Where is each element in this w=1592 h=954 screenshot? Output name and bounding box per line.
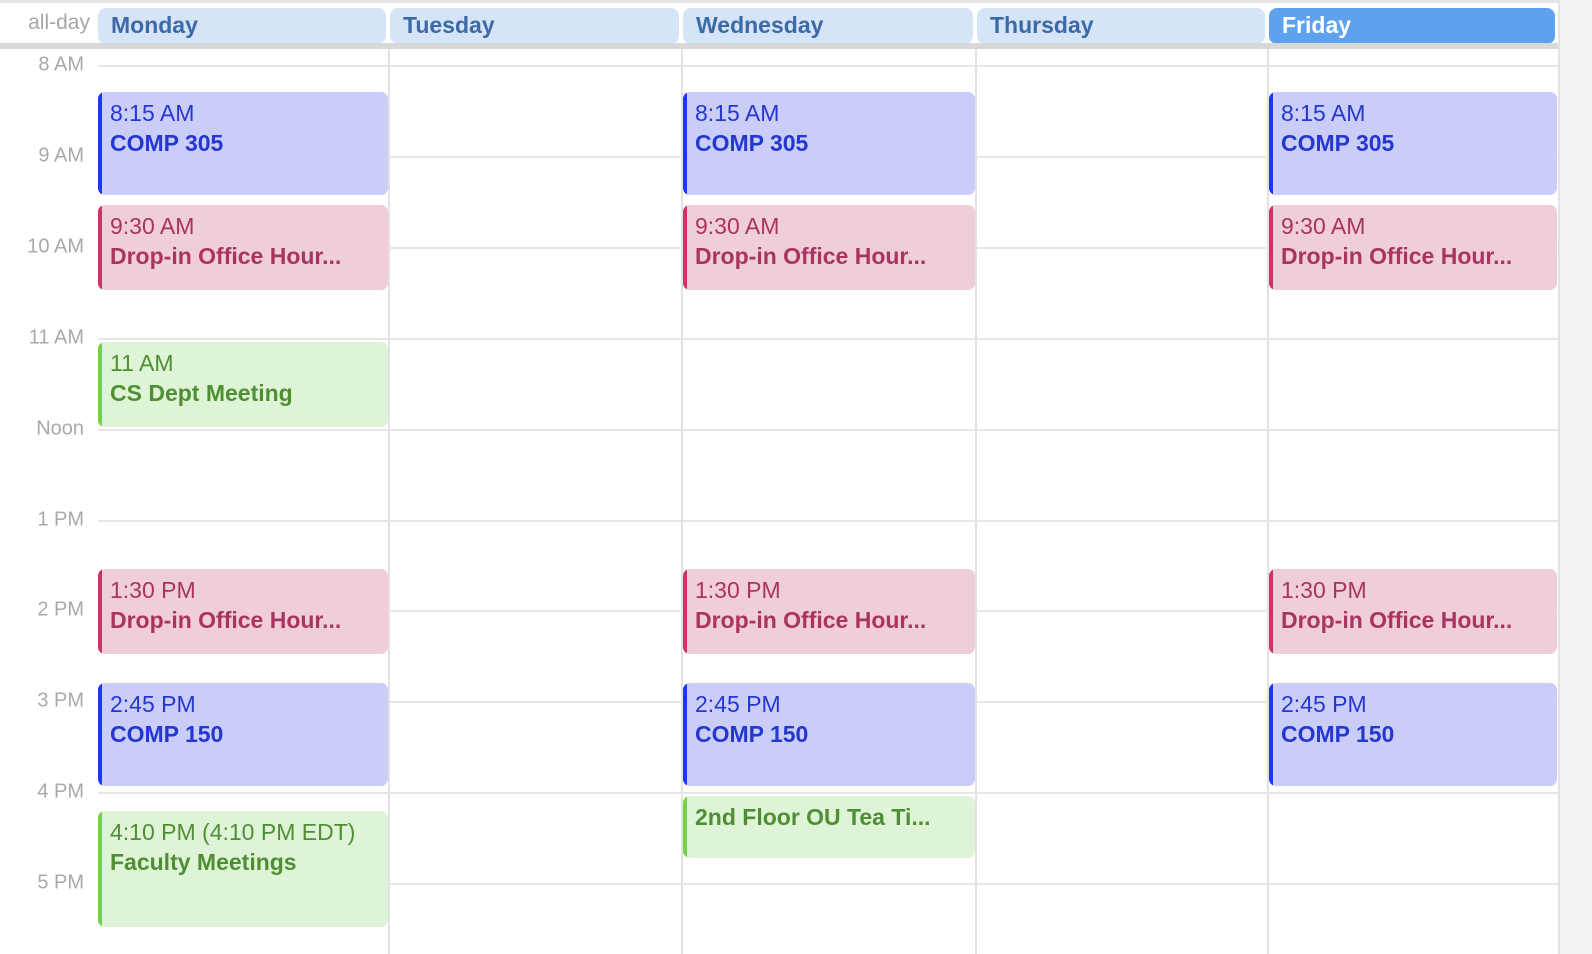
calendar-event[interactable]: 8:15 AM COMP 305 [1269,91,1557,195]
calendar-event[interactable]: 9:30 AM Drop-in Office Hour... [683,205,975,291]
calendar-event[interactable]: 1:30 PM Drop-in Office Hour... [1269,568,1557,654]
event-time: 2:45 PM [110,690,196,717]
calendar-event[interactable]: 2:45 PM COMP 150 [98,682,388,786]
event-time: 9:30 AM [1281,213,1366,240]
time-grid[interactable]: 8 AM 9 AM 10 AM 11 AM Noon 1 PM 2 PM 3 PM 4 PM 5 … [0,49,1592,954]
event-title: Drop-in Office Hour... [695,606,927,633]
event-title: Faculty Meetings [110,849,297,876]
event-title: COMP 150 [110,720,224,747]
calendar-event[interactable]: 11 AM CS Dept Meeting [98,341,388,427]
event-title: COMP 305 [110,129,224,156]
event-color-bar [683,91,687,195]
event-color-bar [98,682,102,786]
event-title: Drop-in Office Hour... [1281,606,1513,633]
event-title: COMP 305 [1281,129,1395,156]
calendar-event[interactable]: 8:15 AM COMP 305 [98,91,388,195]
event-time: 1:30 PM [695,576,781,603]
event-color-bar [98,341,102,427]
column-divider [975,49,977,954]
calendar-event[interactable]: 2:45 PM COMP 150 [683,682,975,786]
day-header-tuesday[interactable]: Tuesday [390,8,679,44]
event-time: 1:30 PM [1281,576,1367,603]
hour-label: 4 PM [37,780,84,803]
event-title: Drop-in Office Hour... [110,606,342,633]
event-color-bar [98,205,102,291]
hour-gridline [98,65,1558,67]
hour-label: 2 PM [37,598,84,621]
event-color-bar [98,91,102,195]
hour-label: 5 PM [37,871,84,894]
event-color-bar [683,205,687,291]
calendar-event[interactable]: 1:30 PM Drop-in Office Hour... [683,568,975,654]
event-title: COMP 150 [695,720,809,747]
all-day-label: all-day [28,11,90,34]
day-header-friday[interactable]: Friday [1269,8,1555,44]
hour-label: 1 PM [37,508,84,530]
event-time: 11 AM [110,349,174,376]
event-title: COMP 150 [1281,720,1395,747]
column-divider [388,49,390,954]
hour-label: Noon [36,417,84,440]
event-color-bar [683,568,687,654]
event-title: Drop-in Office Hour... [695,243,927,270]
event-color-bar [98,568,102,654]
calendar-event[interactable]: 2nd Floor OU Tea Ti... [683,796,975,859]
event-title: CS Dept Meeting [110,379,293,406]
event-time: 1:30 PM [110,576,196,603]
event-time: 8:15 AM [1281,99,1366,126]
day-header-monday[interactable]: Monday [98,8,386,44]
event-time: 8:15 AM [110,99,195,126]
event-time: 4:10 PM (4:10 PM EDT) [110,819,356,846]
calendar-event[interactable]: 9:30 AM Drop-in Office Hour... [98,205,388,291]
week-header: all-day Monday Tuesday Wednesday Thursda… [0,0,1592,44]
event-color-bar [1269,91,1273,195]
hour-label: 3 PM [37,689,84,712]
event-color-bar [683,682,687,786]
event-title: Drop-in Office Hour... [110,243,342,270]
event-time: 9:30 AM [110,213,195,240]
event-color-bar [1269,682,1273,786]
scrollbar-track[interactable] [1558,0,1592,954]
calendar-event[interactable]: 4:10 PM (4:10 PM EDT) Faculty Meetings [98,811,388,927]
event-title: Drop-in Office Hour... [1281,243,1513,270]
calendar-event[interactable]: 9:30 AM Drop-in Office Hour... [1269,205,1557,291]
event-time: 9:30 AM [695,213,780,240]
hour-gridline [98,792,1558,795]
hour-label: 10 AM [27,235,84,258]
event-title: 2nd Floor OU Tea Ti... [695,804,931,831]
hour-gridline [98,428,1558,431]
calendar-event[interactable]: 8:15 AM COMP 305 [683,91,975,195]
event-color-bar [98,811,102,927]
calendar-event[interactable]: 2:45 PM COMP 150 [1269,682,1557,786]
event-time: 8:15 AM [695,99,780,126]
event-color-bar [683,796,687,859]
event-color-bar [1269,205,1273,291]
event-color-bar [1269,568,1273,654]
day-header-thursday[interactable]: Thursday [977,8,1265,44]
calendar-event[interactable]: 1:30 PM Drop-in Office Hour... [98,568,388,654]
event-title: COMP 305 [695,129,809,156]
event-time: 2:45 PM [1281,690,1367,717]
hour-label: 8 AM [38,53,84,76]
event-time: 2:45 PM [695,690,781,717]
hour-gridline [98,519,1558,522]
hour-gridline [98,337,1558,340]
hour-label: 11 AM [28,326,84,349]
hour-label: 9 AM [38,144,84,167]
day-header-wednesday[interactable]: Wednesday [683,8,973,44]
